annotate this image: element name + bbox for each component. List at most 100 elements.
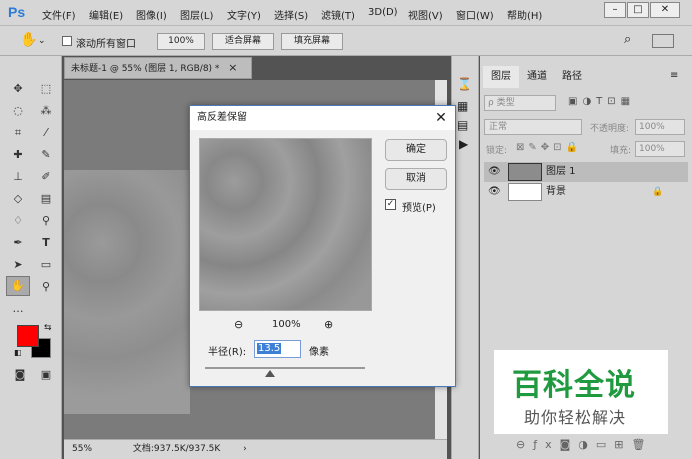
cancel-button[interactable]: 取消 (385, 168, 447, 190)
tab-layers[interactable]: 图层 (483, 66, 519, 88)
pen-tool-icon[interactable]: ✒ (8, 234, 28, 252)
ok-button[interactable]: 确定 (385, 139, 447, 161)
play-icon[interactable]: ▶ (459, 137, 468, 151)
marquee-tool-icon[interactable]: ⬚ (36, 80, 56, 98)
layer-filter-select[interactable]: ρ 类型 (484, 95, 556, 111)
radius-unit: 像素 (309, 347, 329, 358)
menu-3d[interactable]: 3D(D) (368, 7, 398, 18)
layer-row[interactable]: 👁 背景 🔒 (484, 182, 688, 202)
menu-image[interactable]: 图像(I) (136, 7, 167, 22)
rectangle-tool-icon[interactable]: ▭ (36, 256, 56, 274)
menu-filter[interactable]: 滤镜(T) (321, 7, 355, 22)
watermark: 百科全说 助你轻松解决 (494, 350, 668, 434)
screen-mode-icon[interactable]: ▣ (36, 366, 56, 384)
swap-colors-icon[interactable]: ⇆ (44, 323, 52, 333)
maximize-icon[interactable]: □ (627, 2, 649, 18)
radius-label: 半径(R): (208, 347, 247, 358)
zoom-tool-icon[interactable]: ⚲ (36, 278, 56, 296)
history-brush-icon[interactable]: ✐ (36, 168, 56, 186)
zoom-100-button[interactable]: 100% (157, 33, 205, 50)
lasso-tool-icon[interactable]: ◌ (8, 102, 28, 120)
tab-channels[interactable]: 通道 (521, 66, 553, 88)
menu-help[interactable]: 帮助(H) (507, 7, 542, 22)
menu-type[interactable]: 文字(Y) (227, 7, 261, 22)
hand-tool-active-icon[interactable]: ✋ (6, 276, 30, 296)
brush-tool-icon[interactable]: ✎ (36, 146, 56, 164)
menu-edit[interactable]: 编辑(E) (89, 7, 123, 22)
lock-icon: 🔒 (652, 187, 664, 197)
document-tab[interactable]: 未标题-1 @ 55% (图层 1, RGB/8) * × (64, 57, 252, 79)
opacity-label: 不透明度: (590, 124, 630, 134)
healing-brush-icon[interactable]: ✚ (8, 146, 28, 164)
chevron-down-icon[interactable]: ⌄ (38, 36, 46, 46)
layer-name[interactable]: 图层 1 (546, 162, 576, 182)
zoom-in-icon[interactable]: ⊕ (324, 318, 333, 331)
close-window-icon[interactable]: ✕ (650, 2, 680, 18)
menu-layer[interactable]: 图层(L) (180, 7, 213, 22)
high-pass-dialog: 高反差保留 ✕ 确定 取消 ✓ 预览(P) ⊖ 100% ⊕ 半径(R): 13… (189, 105, 456, 387)
layer-name[interactable]: 背景 (546, 182, 566, 202)
fill-input[interactable]: 100% (635, 141, 685, 157)
adjust-icon[interactable]: ▤ (457, 118, 468, 132)
preview-checkbox[interactable]: ✓ (385, 199, 396, 210)
foreground-color-swatch[interactable] (17, 325, 39, 347)
menu-view[interactable]: 视图(V) (408, 7, 443, 22)
type-tool-icon[interactable]: T (36, 234, 56, 252)
blur-tool-icon[interactable]: ♢ (8, 212, 28, 230)
history-icon[interactable]: ⌛ (457, 77, 472, 91)
layer-thumbnail (508, 163, 542, 181)
scroll-all-checkbox[interactable] (62, 36, 72, 46)
tab-paths[interactable]: 路径 (556, 66, 588, 88)
stamp-tool-icon[interactable]: ⊥ (8, 168, 28, 186)
radius-value: 13.5 (257, 343, 282, 354)
eye-icon[interactable]: 👁 (488, 182, 501, 202)
filter-icons[interactable]: ▣◑T⊡▦ (568, 96, 635, 107)
lock-label: 锁定: (486, 146, 508, 156)
crop-tool-icon[interactable]: ⌗ (8, 124, 28, 142)
fill-screen-button[interactable]: 填充屏幕 (281, 33, 343, 50)
radius-slider[interactable] (205, 367, 365, 369)
canvas-image[interactable] (64, 170, 190, 414)
close-tab-icon[interactable]: × (228, 61, 237, 74)
layer-actions-icons[interactable]: ⊖ƒx◙◑▭⊞🗑 (516, 438, 653, 451)
watermark-title: 百科全说 (512, 368, 636, 403)
blend-mode-select[interactable]: 正常 (484, 119, 582, 135)
filter-preview[interactable] (199, 138, 372, 311)
magic-wand-icon[interactable]: ⁂ (36, 102, 56, 120)
radius-input[interactable]: 13.5 (254, 340, 301, 358)
panel-menu-icon[interactable]: ≡ (670, 70, 678, 81)
zoom-out-icon[interactable]: ⊖ (234, 318, 243, 331)
layer-row[interactable]: 👁 图层 1 (484, 162, 688, 182)
move-tool-icon[interactable]: ✥ (8, 80, 28, 98)
opacity-input[interactable]: 100% (635, 119, 685, 135)
minimize-icon[interactable]: – (604, 2, 626, 18)
scroll-all-label: 滚动所有窗口 (76, 39, 136, 50)
status-bar: 55% 文档:937.5K/937.5K › (64, 439, 447, 459)
search-icon[interactable]: ⌕ (624, 32, 631, 47)
more-tools-icon[interactable]: … (8, 300, 28, 318)
menu-file[interactable]: 文件(F) (42, 7, 76, 22)
menu-select[interactable]: 选择(S) (274, 7, 308, 22)
workspace-icon[interactable] (652, 34, 674, 48)
quick-mask-icon[interactable]: ◙ (10, 366, 30, 384)
eraser-tool-icon[interactable]: ◇ (8, 190, 28, 208)
lock-icons[interactable]: ⊠✎✥⊡🔒 (516, 142, 582, 153)
path-select-icon[interactable]: ➤ (8, 256, 28, 274)
default-colors-icon[interactable]: ◧ (14, 348, 22, 357)
ps-logo: Ps (8, 4, 26, 20)
zoom-level[interactable]: 55% (72, 444, 92, 454)
eyedropper-icon[interactable]: ⁄ (36, 124, 56, 142)
fit-screen-button[interactable]: 适合屏幕 (212, 33, 274, 50)
document-tab-title: 未标题-1 @ 55% (图层 1, RGB/8) * (71, 64, 220, 74)
properties-icon[interactable]: ▦ (457, 99, 468, 113)
hand-tool-icon[interactable]: ✋ (20, 32, 37, 48)
dodge-tool-icon[interactable]: ⚲ (36, 212, 56, 230)
eye-icon[interactable]: 👁 (488, 162, 501, 182)
preview-zoom-value: 100% (272, 319, 301, 330)
slider-thumb[interactable] (265, 370, 275, 377)
menu-bar: Ps 文件(F) 编辑(E) 图像(I) 图层(L) 文字(Y) 选择(S) 滤… (0, 0, 692, 26)
close-icon[interactable]: ✕ (432, 109, 450, 127)
chevron-right-icon[interactable]: › (243, 444, 247, 454)
menu-window[interactable]: 窗口(W) (456, 7, 494, 22)
gradient-tool-icon[interactable]: ▤ (36, 190, 56, 208)
